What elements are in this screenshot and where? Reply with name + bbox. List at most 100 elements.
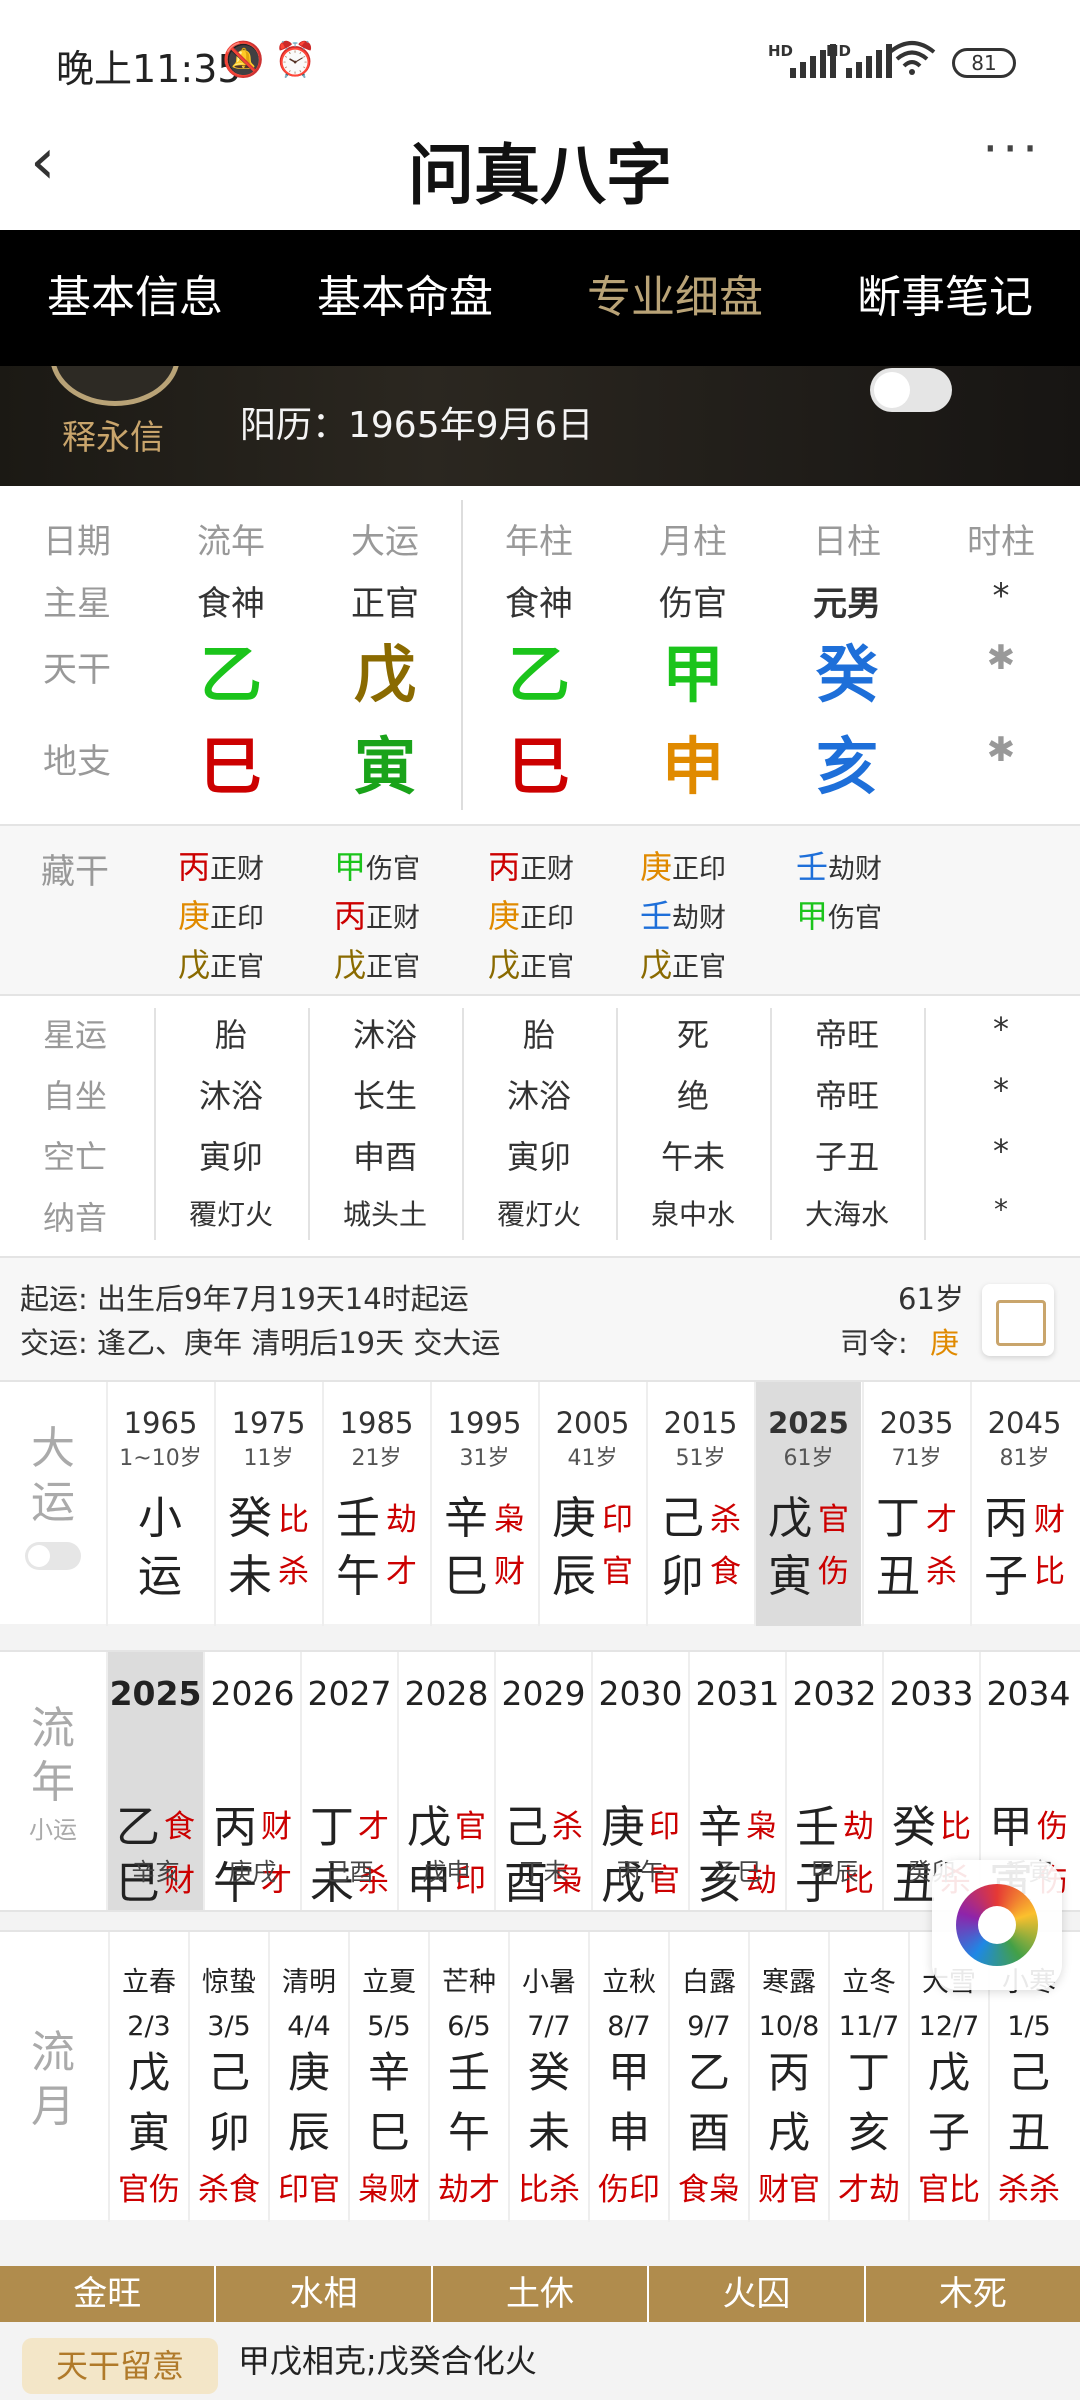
wuxing-earth: 土休	[433, 2266, 650, 2322]
liuyue-column[interactable]: 惊蛰 3/5 己卯杀食	[188, 1932, 268, 2222]
tab-notes[interactable]: 断事笔记	[810, 230, 1080, 366]
star-row-value: 寅卯	[198, 1138, 263, 1176]
liunian-stem-god: 财	[261, 1809, 292, 1845]
hidden-stem: 丙	[488, 848, 521, 886]
dayun-age: 71岁	[891, 1446, 942, 1471]
liuyue-column[interactable]: 小暑 7/7 癸未比杀	[508, 1932, 588, 2222]
solar-term: 小暑	[522, 1967, 576, 1998]
branch-0: 巳	[199, 730, 262, 803]
dayun-column[interactable]: 2035 71岁丁丑才杀	[862, 1382, 969, 1626]
profile-header: 释永信 阳历：1965年9月6日	[0, 366, 1080, 486]
dayun-column[interactable]: 1985 21岁壬午劫才	[322, 1382, 429, 1626]
hidden-stem-item: 丙正财	[178, 842, 264, 888]
star-row-value: 帝旺	[814, 1016, 879, 1054]
dayun-column[interactable]: 2005 41岁庚辰印官	[538, 1382, 645, 1626]
branch-5: ✱	[986, 730, 1016, 770]
liuyue-column[interactable]: 立秋 8/7 甲申伤印	[588, 1932, 668, 2222]
liuyue-branch: 丑	[1007, 2108, 1050, 2157]
hidden-stem-god: 正印	[210, 903, 265, 934]
liunian-column[interactable]: 2025 乙巳食财辛亥	[106, 1652, 203, 1910]
liuyue-column[interactable]: 立冬 11/7 丁亥才劫	[828, 1932, 908, 2222]
wifi-icon	[888, 40, 936, 85]
dayun-column[interactable]: 1965 1~10岁小运	[106, 1382, 213, 1626]
star-row-value: 泉中水	[650, 1198, 735, 1231]
stem-notice-badge[interactable]: 天干留意	[22, 2338, 218, 2394]
liuyue-gods: 杀杀	[998, 2172, 1060, 2208]
hidden-stem-item: 戊正官	[640, 940, 726, 986]
floating-camera-button[interactable]	[932, 1860, 1062, 1990]
hidden-stem-god: 劫财	[828, 854, 883, 885]
solar-term: 白露	[682, 1967, 736, 1998]
liunian-label: 流 年 小运	[0, 1702, 106, 1845]
main-star-dayun: 正官	[351, 584, 419, 624]
liuyue-column[interactable]: 清明 4/4 庚辰印官	[268, 1932, 348, 2222]
liuyue-column[interactable]: 芒种 6/5 壬午劫才	[428, 1932, 508, 2222]
display-toggle[interactable]	[870, 368, 952, 412]
dayun-age: 31岁	[459, 1446, 510, 1471]
liunian-column[interactable]: 2026 丙午财才庚戌	[203, 1652, 300, 1910]
dayun-column[interactable]: 1995 31岁辛巳枭财	[430, 1382, 537, 1626]
liuyue-branch: 辰	[287, 2108, 330, 2157]
dayun-branch-god: 比	[1034, 1554, 1065, 1590]
star-row-value: 沐浴	[506, 1077, 571, 1115]
liunian-stem: 癸	[892, 1802, 936, 1853]
dayun-column[interactable]: 1975 11岁癸未比杀	[214, 1382, 321, 1626]
liuyue-branch: 卯	[207, 2108, 250, 2157]
liunian-stem: 丁	[310, 1802, 354, 1853]
liuyue-stem: 壬	[447, 2048, 490, 2097]
dayun-column[interactable]: 2015 51岁己卯杀食	[646, 1382, 753, 1626]
liunian-stem: 辛	[698, 1802, 742, 1853]
dayun-toggle[interactable]	[25, 1542, 81, 1570]
calendar-icon[interactable]	[982, 1284, 1054, 1356]
liunian-column[interactable]: 2029 己酉杀枭丁未	[494, 1652, 591, 1910]
dayun-stem: 小	[138, 1493, 182, 1544]
dayun-age: 11岁	[243, 1446, 294, 1471]
star-row-value: *	[993, 1010, 1009, 1048]
more-menu-icon[interactable]: ···	[982, 120, 1042, 178]
dayun-column[interactable]: 2045 81岁丙子财比	[970, 1382, 1077, 1626]
xiaoyun-ganzhi: 辛亥	[131, 1858, 180, 1886]
xiaoyun-ganzhi: 丙午	[616, 1858, 665, 1886]
liunian-stem: 壬	[795, 1802, 839, 1853]
dayun-year: 1975	[231, 1406, 306, 1440]
liuyue-column[interactable]: 白露 9/7 乙酉食枭	[668, 1932, 748, 2222]
solar-term: 立春	[122, 1967, 176, 1998]
dayun-year: 2025	[768, 1406, 849, 1440]
star-row-value: *	[993, 1071, 1009, 1109]
liuyue-column[interactable]: 立夏 5/5 辛巳枭财	[348, 1932, 428, 2222]
liunian-year: 2032	[792, 1674, 877, 1713]
dayun-age: 21岁	[351, 1446, 402, 1471]
liuyue-column[interactable]: 立春 2/3 戊寅官伤	[108, 1932, 188, 2222]
dayun-year: 2015	[663, 1406, 738, 1440]
dayun-label-char: 运	[31, 1477, 75, 1528]
avatar	[50, 366, 180, 406]
liunian-column[interactable]: 2028 戊申官印戊申	[397, 1652, 494, 1910]
star-row-value: 午未	[660, 1138, 725, 1176]
liunian-column[interactable]: 2032 壬子劫比甲辰	[785, 1652, 882, 1910]
liuyue-column[interactable]: 寒露 10/8 丙戌财官	[748, 1932, 828, 2222]
liunian-year: 2030	[598, 1674, 683, 1713]
tab-professional-detail[interactable]: 专业细盘	[540, 230, 810, 366]
liunian-column[interactable]: 2031 辛亥枭劫乙巳	[688, 1652, 785, 1910]
star-row-value: 帝旺	[814, 1077, 879, 1115]
hidden-stem-item: 丙正财	[488, 842, 574, 888]
stem-5: ✱	[986, 638, 1016, 678]
star-row-value: 大海水	[804, 1198, 889, 1231]
dayun-stem-god: 劫	[386, 1502, 417, 1538]
liuyue-gods: 官伤	[118, 2172, 180, 2208]
stars-section: 星运胎沐浴胎死帝旺 * 自坐 沐浴 长生 沐浴绝帝旺 * 空亡 寅卯 申酉 寅卯 午未 子丑 * 纳音 覆灯火…	[0, 994, 1080, 1256]
hidden-stem: 庚	[178, 897, 211, 935]
liunian-column[interactable]: 2030 庚戌印官丙午	[591, 1652, 688, 1910]
liuyue-stem: 庚	[287, 2048, 330, 2097]
dayun-stem-god: 杀	[710, 1502, 741, 1538]
solar-term-date: 8/7	[607, 2011, 651, 2042]
liuyue-branch: 亥	[847, 2108, 890, 2157]
hidden-stem-god: 劫财	[672, 903, 727, 934]
tab-basic-chart[interactable]: 基本命盘	[270, 230, 540, 366]
liunian-column[interactable]: 2027 丁未才杀己酉	[300, 1652, 397, 1910]
dayun-stem-god: 枭	[494, 1502, 525, 1538]
tab-basic-info[interactable]: 基本信息	[0, 230, 270, 366]
star-row-value: *	[994, 1193, 1008, 1226]
main-star-year: 食神	[505, 584, 573, 624]
dayun-column[interactable]: 2025 61岁戊寅官伤	[754, 1382, 861, 1626]
